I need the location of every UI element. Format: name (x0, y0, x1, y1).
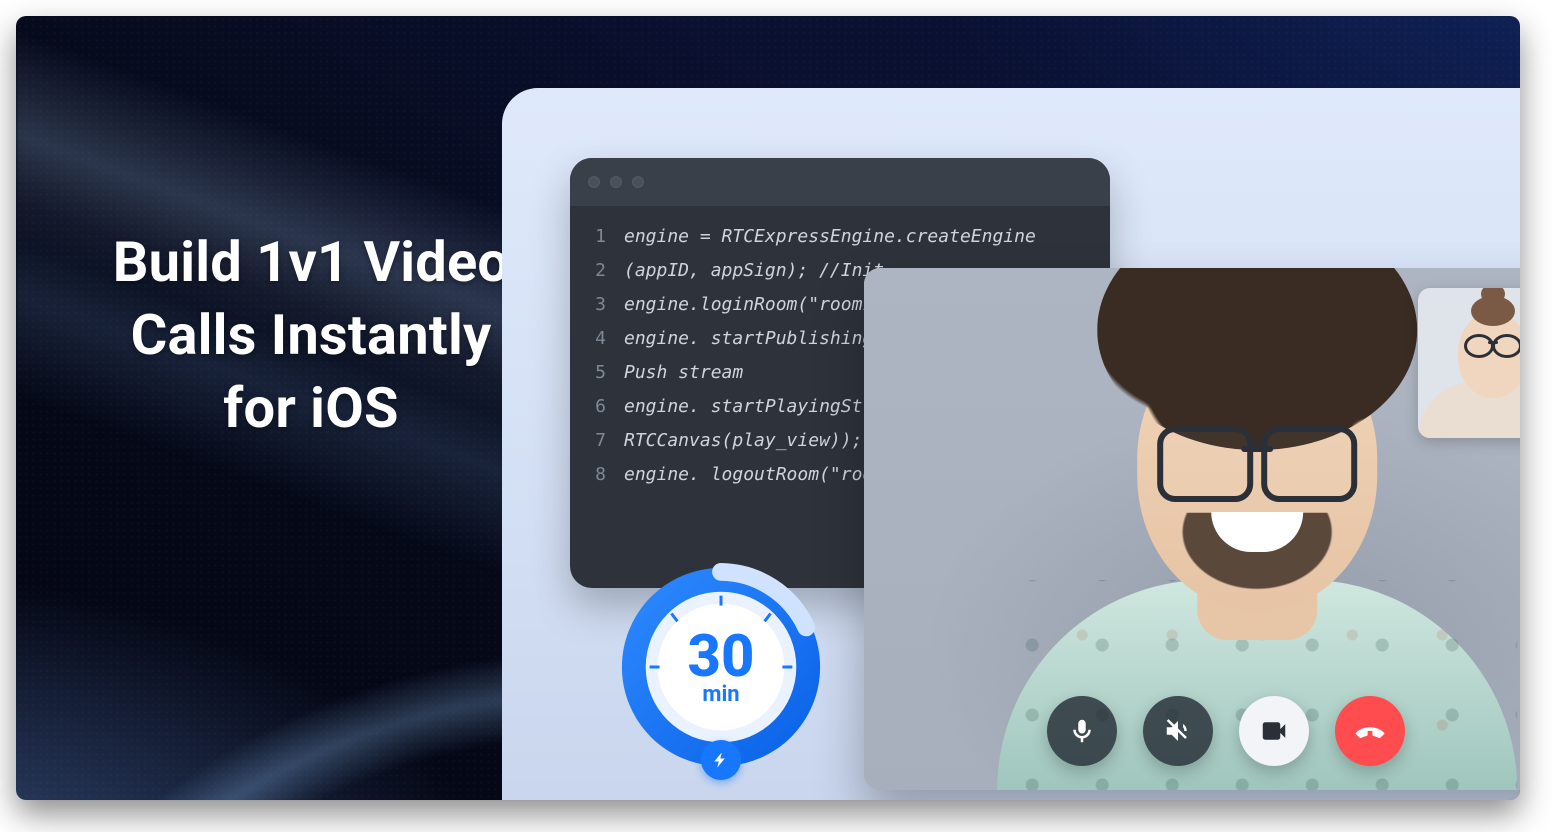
badge-value: 30 (688, 628, 755, 686)
microphone-icon (1067, 716, 1097, 746)
window-titlebar (570, 158, 1110, 206)
bolt-icon (701, 740, 741, 780)
light-panel: 1engine = RTCExpressEngine.createEngine … (502, 88, 1520, 800)
speaker-off-icon (1163, 716, 1193, 746)
headline: Build 1v1 Video Calls Instantly for iOS (96, 226, 526, 444)
phone-hangup-icon (1355, 716, 1385, 746)
promo-card: Build 1v1 Video Calls Instantly for iOS … (16, 16, 1520, 800)
traffic-dot (632, 176, 644, 188)
badge-unit: min (702, 682, 739, 707)
mic-button[interactable] (1047, 696, 1117, 766)
traffic-dot (610, 176, 622, 188)
mute-speaker-button[interactable] (1143, 696, 1213, 766)
pip-thumbnail (1418, 288, 1520, 438)
call-controls (1047, 696, 1405, 766)
video-call-preview: 02:16 (864, 268, 1520, 790)
video-button[interactable] (1239, 696, 1309, 766)
video-icon (1259, 716, 1289, 746)
traffic-dot (588, 176, 600, 188)
thirty-min-badge: 30 min (612, 558, 830, 776)
code-line: 1engine = RTCExpressEngine.createEngine (588, 220, 1092, 254)
hangup-button[interactable] (1335, 696, 1405, 766)
